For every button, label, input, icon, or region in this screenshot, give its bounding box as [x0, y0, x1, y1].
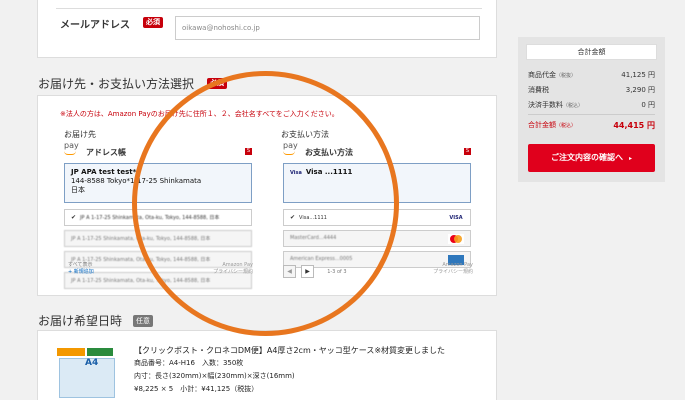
summary-sub: （税抜）	[556, 73, 577, 79]
image-stripe	[57, 348, 85, 356]
sandbox-tag: S	[464, 148, 471, 155]
product-price: ¥8,225 × 5 小計：¥41,125（税抜）	[134, 385, 259, 393]
required-badge: 必須	[207, 78, 227, 89]
product-image: A4	[55, 344, 121, 400]
product-info: 【クリックポスト・クロネコDM便】A4厚さ2cm・ヤッコ型ケース※材質変更しまし…	[134, 344, 445, 396]
delivery-date-title: お届け希望日時	[38, 314, 123, 328]
payment-column-label: お支払い方法	[281, 130, 329, 139]
summary-label: 決済手数料	[528, 101, 563, 109]
product-code: 商品番号：A4-H16 入数：350枚	[134, 359, 244, 367]
product-size: 内寸：長さ(320mm)×幅(230mm)×深さ(16mm)	[134, 372, 295, 380]
address-line: 144-8588 Tokyo*1-17-25 Shinkamata	[71, 177, 202, 185]
summary-sub: （税込）	[563, 103, 584, 109]
corporate-notice: ※法人の方は、Amazon Payのお届け先に住所１、２、会社名すべてをご入力く…	[60, 110, 339, 118]
address-footer-brand: Amazon Pay プライバシー規約	[198, 262, 253, 276]
widget-title: アドレス帳	[86, 148, 126, 157]
checkout-page: メールアドレス 必須 oikawa@nohoshi.co.jp お届け先・お支払…	[0, 0, 685, 400]
sandbox-tag: S	[245, 148, 252, 155]
arrow-right-icon: ▸	[628, 155, 632, 162]
amazon-pay-logo: pay	[283, 141, 298, 150]
payment-row-text: Visa...1111	[299, 215, 327, 221]
widget-title: お支払い方法	[305, 148, 353, 157]
summary-label: 商品代金	[528, 71, 556, 79]
payment-method-widget: pay お支払い方法 S Visa Visa ...1111 ✔ Visa...11…	[283, 141, 471, 268]
address-row[interactable]: JP A 1-17-25 Shinkamata, Ota-ku, Tokyo, …	[64, 230, 252, 247]
show-all-link[interactable]: すべて表示	[68, 262, 94, 269]
payment-row[interactable]: ✔ Visa...1111 VISA	[283, 209, 471, 226]
widget-header: pay お支払い方法 S	[283, 141, 471, 163]
summary-title: 合計金額	[526, 44, 657, 60]
address-row[interactable]: ✔ JP A 1-17-25 Shinkamata, Ota-ku, Tokyo,…	[64, 209, 252, 226]
required-badge: 必須	[143, 17, 163, 28]
card-number: Visa ...1111	[305, 168, 353, 176]
amazon-pay-logo: pay	[64, 141, 79, 150]
amazon-smile-icon	[283, 151, 295, 155]
summary-row: 商品代金（税抜） 41,125 円	[528, 70, 655, 80]
add-address-link[interactable]: + 新規追加	[68, 269, 94, 276]
address-footer-links: すべて表示 + 新規追加	[68, 262, 94, 276]
summary-label: 消費税	[528, 86, 549, 94]
address-row-text: JP A 1-17-25 Shinkamata, Ota-ku, Tokyo, …	[71, 278, 211, 284]
total-value: 44,415 円	[613, 121, 655, 130]
confirm-label: ご注文内容の確認へ	[550, 153, 623, 162]
divider	[56, 8, 482, 9]
summary-row: 消費税 3,290 円	[528, 85, 655, 95]
prev-page-button[interactable]: ◀	[283, 265, 296, 278]
order-summary: 合計金額 商品代金（税抜） 41,125 円 消費税 3,290 円 決済手数料…	[518, 37, 665, 182]
pager-count: 1-3 of 3	[327, 268, 347, 275]
email-field[interactable]: oikawa@nohoshi.co.jp	[175, 16, 480, 40]
payment-row-text: MasterCard...4444	[290, 235, 337, 241]
summary-total: 合計金額（税込） 44,415 円	[528, 120, 655, 130]
total-sub: （税込）	[556, 123, 577, 129]
next-page-button[interactable]: ▶	[301, 265, 315, 278]
image-stripe	[87, 348, 113, 356]
product-panel: A4 【クリックポスト・クロネコDM便】A4厚さ2cm・ヤッコ型ケース※材質変更…	[37, 330, 497, 400]
privacy-link[interactable]: プライバシー規約	[198, 269, 253, 276]
total-label: 合計金額	[528, 121, 556, 129]
summary-value: 41,125 円	[621, 71, 655, 79]
email-label: メールアドレス	[60, 20, 130, 31]
privacy-link[interactable]: プライバシー規約	[418, 269, 473, 276]
shipping-payment-title: お届け先・お支払い方法選択	[38, 77, 195, 91]
selected-address[interactable]: JP APA test test* 144-8588 Tokyo*1-17-25…	[64, 163, 252, 203]
amazon-smile-icon	[64, 151, 76, 155]
mastercard-logo-icon	[448, 234, 464, 244]
check-icon: ✔	[71, 214, 77, 221]
visa-icon: Visa	[290, 170, 302, 176]
summary-value: 0 円	[641, 101, 655, 109]
address-row-text: JP A 1-17-25 Shinkamata, Ota-ku, Tokyo, …	[80, 215, 220, 221]
payment-footer-brand: Amazon Pay プライバシー規約	[418, 262, 473, 276]
product-name: 【クリックポスト・クロネコDM便】A4厚さ2cm・ヤッコ型ケース※材質変更しまし…	[134, 346, 446, 355]
summary-value: 3,290 円	[625, 86, 655, 94]
amazon-pay-label: Amazon Pay	[222, 262, 253, 268]
widget-header: pay アドレス帳 S	[64, 141, 252, 163]
address-name: JP APA test test*	[71, 168, 137, 176]
summary-row: 決済手数料（税込） 0 円	[528, 100, 655, 110]
confirm-order-button[interactable]: ご注文内容の確認へ ▸	[528, 144, 655, 172]
selected-payment[interactable]: Visa Visa ...1111	[283, 163, 471, 203]
email-section: メールアドレス 必須 oikawa@nohoshi.co.jp	[37, 0, 497, 58]
amazon-pay-label: Amazon Pay	[442, 262, 473, 268]
divider	[528, 114, 655, 115]
check-icon: ✔	[290, 214, 296, 221]
payment-pager: ◀ ▶ 1-3 of 3	[283, 261, 347, 280]
address-column-label: お届け先	[64, 130, 96, 139]
image-label: A4	[85, 358, 99, 368]
address-row-text: JP A 1-17-25 Shinkamata, Ota-ku, Tokyo, …	[71, 236, 211, 242]
optional-badge: 任意	[133, 315, 153, 327]
payment-row[interactable]: MasterCard...4444	[283, 230, 471, 247]
shipping-payment-panel: ※法人の方は、Amazon Payのお届け先に住所１、２、会社名すべてをご入力く…	[37, 95, 497, 296]
address-country: 日本	[71, 186, 85, 194]
visa-logo-icon: VISA	[448, 213, 464, 223]
